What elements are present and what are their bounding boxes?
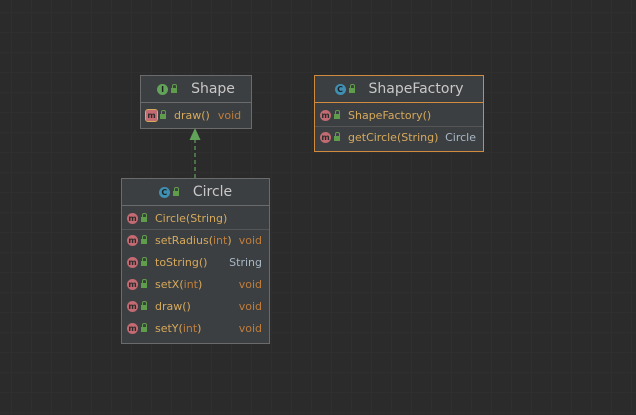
method-icon: m — [127, 212, 138, 224]
public-lock-icon — [334, 132, 340, 141]
public-lock-icon — [334, 109, 340, 119]
member-params: String — [401, 131, 435, 144]
member-name: setX — [155, 277, 180, 291]
class-icon: C — [158, 186, 170, 198]
node-circle-header: C Circle — [122, 179, 269, 206]
public-lock-icon — [141, 212, 147, 222]
member-row[interactable]: m setX(int) void — [122, 273, 269, 295]
member-name: toString — [155, 255, 199, 269]
member-name: getCircle — [348, 131, 397, 144]
method-icon: m — [127, 235, 138, 246]
member-name: ShapeFactory — [348, 108, 423, 122]
member-row[interactable]: m setY(int) void — [122, 317, 269, 339]
member-row[interactable]: m draw() void — [122, 295, 269, 317]
public-lock-icon — [141, 256, 147, 266]
method-icon: m — [127, 300, 138, 312]
member-row[interactable]: m ShapeFactory() — [315, 104, 483, 126]
member-return-type: void — [238, 234, 262, 247]
member-params: int — [182, 321, 198, 335]
public-lock-icon — [141, 235, 147, 244]
member-params: int — [183, 277, 198, 291]
method-icon: m — [127, 278, 138, 290]
public-lock-icon — [141, 278, 147, 288]
public-lock-icon — [348, 83, 355, 93]
member-signature: Circle(String) — [155, 211, 228, 225]
member-signature: setRadius(int) — [155, 234, 232, 247]
member-signature: toString() — [155, 255, 208, 269]
implements-arrowhead — [189, 128, 201, 140]
member-signature: ShapeFactory() — [348, 108, 432, 122]
node-shape-header: I Shape — [141, 76, 251, 103]
node-circle[interactable]: C Circle m Circle(String) m setRadius(in… — [121, 178, 270, 344]
public-lock-icon — [160, 109, 166, 119]
method-icon: m — [127, 322, 138, 334]
member-name: setRadius — [155, 234, 209, 247]
member-name: setY — [155, 321, 179, 335]
member-params: int — [213, 234, 228, 247]
member-name: draw — [174, 108, 202, 122]
node-shape-factory-title: ShapeFactory — [368, 81, 464, 97]
member-return-type: String — [229, 255, 262, 269]
method-icon: m — [127, 256, 138, 268]
public-lock-icon — [172, 186, 179, 196]
member-signature: setY(int) — [155, 321, 202, 335]
member-row[interactable]: m Circle(String) — [122, 207, 269, 229]
public-lock-icon — [141, 300, 147, 310]
member-return-type: void — [238, 299, 262, 313]
member-row[interactable]: m draw() void — [141, 104, 251, 126]
member-name: draw — [155, 299, 183, 313]
public-lock-icon — [171, 83, 178, 93]
method-icon: m — [320, 109, 331, 121]
node-shape-factory-header: C ShapeFactory — [315, 76, 483, 103]
member-signature: setX(int) — [155, 277, 203, 291]
member-row[interactable]: m getCircle(String) Circle — [315, 126, 483, 148]
node-shape[interactable]: I Shape m draw() void — [140, 75, 252, 129]
member-return-type: Circle — [445, 131, 476, 144]
member-params: String — [190, 211, 224, 225]
node-circle-title: Circle — [192, 184, 233, 200]
member-return-type: void — [238, 321, 262, 335]
relationship-layer — [189, 128, 201, 178]
node-shape-title: Shape — [191, 81, 235, 97]
member-return-type: void — [238, 277, 262, 291]
public-lock-icon — [141, 322, 147, 332]
member-signature: draw() — [155, 299, 191, 313]
class-icon: C — [334, 83, 346, 95]
member-row[interactable]: m toString() String — [122, 251, 269, 273]
interface-icon: I — [157, 83, 169, 95]
member-row[interactable]: m setRadius(int) void — [122, 229, 269, 251]
method-icon: m — [320, 132, 331, 143]
method-icon: m — [145, 108, 158, 122]
member-name: Circle — [155, 211, 186, 225]
member-signature: getCircle(String) — [348, 131, 439, 144]
node-shape-factory[interactable]: C ShapeFactory m ShapeFactory() m getCir… — [314, 75, 484, 152]
member-signature: draw() — [174, 108, 210, 122]
member-return-type: void — [217, 108, 242, 122]
